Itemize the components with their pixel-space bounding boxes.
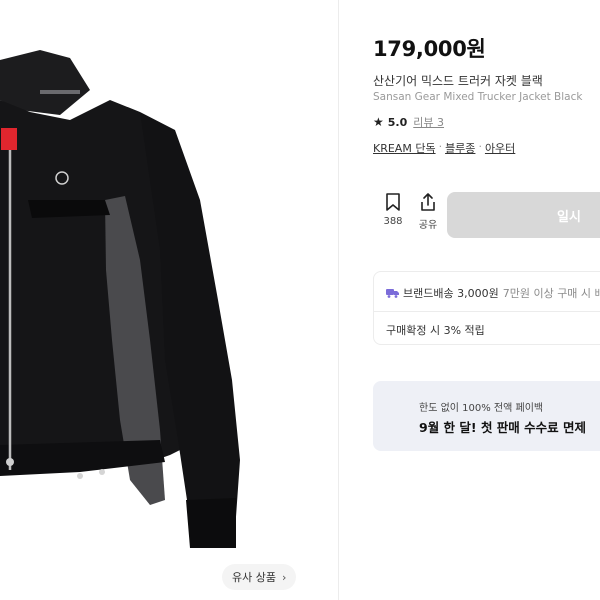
product-name-english: Sansan Gear Mixed Trucker Jacket Black [373, 91, 583, 103]
product-price: 179,000원 [373, 37, 486, 61]
share-icon [421, 193, 435, 211]
shipping-label: 브랜드배송 3,000원 [403, 287, 499, 300]
similar-products-label: 유사 상품 [232, 571, 276, 584]
action-row: 388 공유 일시 [373, 192, 600, 240]
share-button[interactable]: 공유 [410, 192, 446, 240]
shipping-divider [374, 311, 600, 312]
category-link-blouson[interactable]: 블루종 [445, 140, 475, 156]
share-label: 공유 [418, 220, 438, 231]
star-icon: ★ [373, 115, 384, 129]
product-image-panel: 유사 상품 › [0, 0, 338, 600]
promo-subtitle: 한도 없이 100% 전액 페이백 [419, 403, 544, 414]
panel-divider [338, 0, 339, 600]
category-separator: · [478, 140, 482, 153]
category-separator: · [438, 140, 443, 153]
shipping-line: 브랜드배송 3,000원 7만원 이상 구매 시 배송 [386, 285, 600, 301]
category-link-outer[interactable]: 아우터 [485, 140, 515, 156]
similar-products-button[interactable]: 유사 상품 › [222, 564, 297, 590]
promo-title: 9월 한 달! 첫 판매 수수료 면제 [419, 420, 587, 435]
product-info-panel: 179,000원 산산기어 믹스드 트러커 자켓 블랙 Sansan Gear … [373, 0, 600, 600]
purchase-points: 구매확정 시 3% 적립 [386, 324, 485, 337]
product-name-korean: 산산기어 믹스드 트러커 자켓 블랙 [373, 74, 543, 88]
truck-icon [386, 289, 399, 298]
review-link[interactable]: 리뷰 3 [413, 114, 444, 130]
rating-score: 5.0 [387, 115, 408, 129]
category-breadcrumb: KREAM 단독 · 블루종 · 아우터 [373, 140, 515, 156]
shipping-info-box: 브랜드배송 3,000원 7만원 이상 구매 시 배송 구매확정 시 3% 적립 [373, 271, 600, 345]
category-link-kream-exclusive[interactable]: KREAM 단독 [373, 140, 436, 156]
shipping-condition: 7만원 이상 구매 시 배송 [502, 287, 600, 300]
product-rating: ★ 5.0 리뷰 3 [373, 114, 444, 130]
promo-banner[interactable]: 한도 없이 100% 전액 페이백 9월 한 달! 첫 판매 수수료 면제 [373, 381, 600, 451]
chevron-right-icon: › [281, 570, 287, 584]
jacket-image [0, 50, 240, 548]
bookmark-button[interactable]: 388 [375, 192, 411, 240]
bookmark-count: 388 [383, 216, 403, 227]
buy-button[interactable]: 일시 [447, 192, 600, 238]
bookmark-icon [386, 193, 400, 211]
